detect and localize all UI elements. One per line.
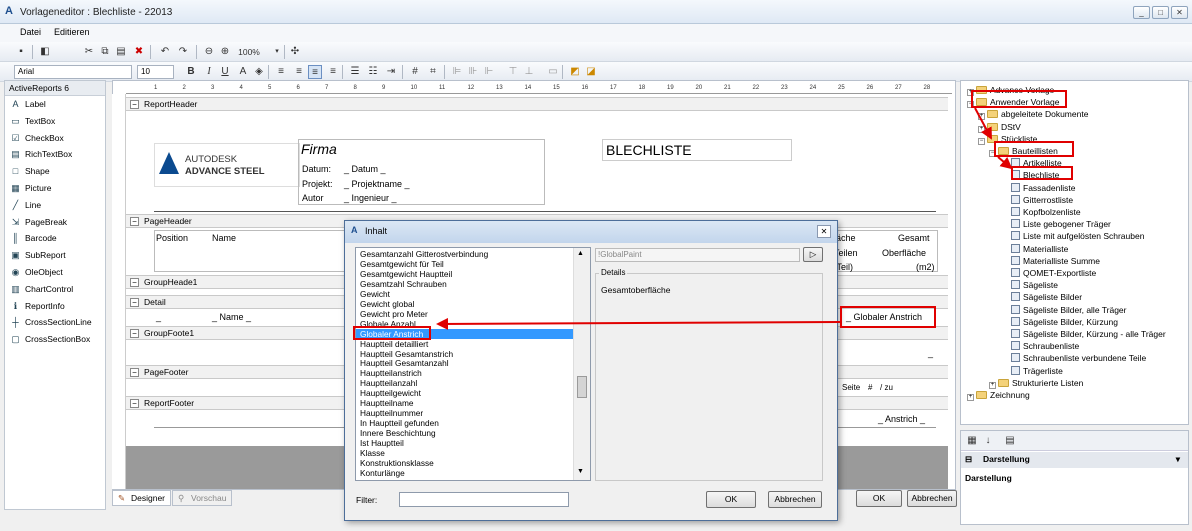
arrow-2 — [997, 156, 1013, 170]
arrow-3 — [436, 317, 841, 330]
annotation-arrows — [436, 107, 1013, 330]
arrow-1 — [974, 107, 992, 140]
